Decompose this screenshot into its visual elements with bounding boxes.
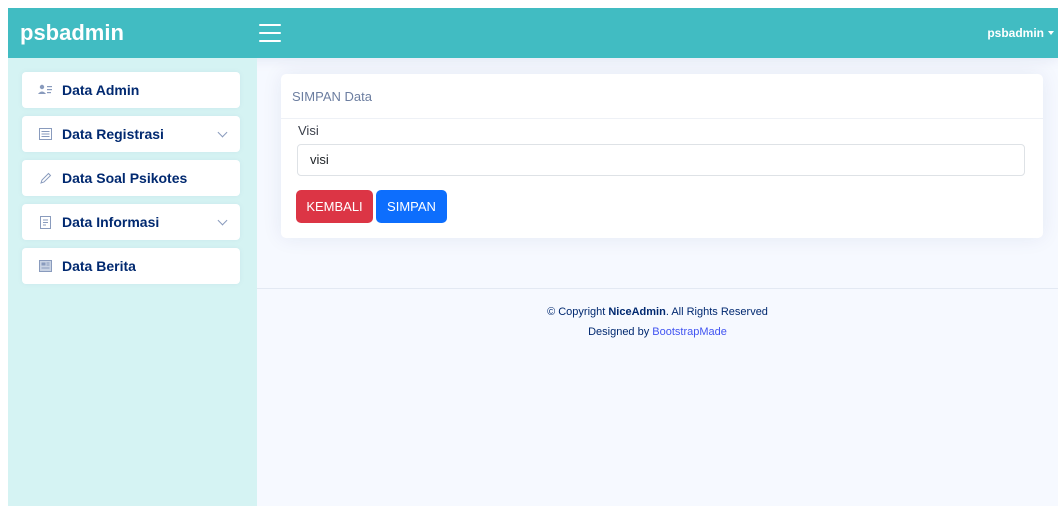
footer-divider [257, 288, 1058, 289]
user-menu[interactable]: psbadmin [987, 26, 1054, 40]
credits-text: Designed by BootstrapMade [257, 326, 1058, 338]
people-icon [38, 83, 52, 97]
sidebar-item-label: Data Informasi [62, 214, 160, 230]
brand-logo[interactable]: psbadmin [8, 20, 256, 46]
copyright-suffix: . All Rights Reserved [665, 306, 768, 318]
caret-down-icon [1048, 31, 1054, 35]
chevron-down-icon [217, 127, 228, 137]
save-button[interactable]: SIMPAN [376, 190, 447, 223]
sidebar: Data Admin Data Registrasi Data Soal Psi… [8, 58, 257, 506]
sidebar-item-data-registrasi[interactable]: Data Registrasi [22, 116, 240, 152]
back-button[interactable]: KEMBALI [296, 190, 373, 223]
list-icon [38, 127, 52, 141]
card-title: SIMPAN Data [281, 74, 1043, 119]
sidebar-item-label: Data Soal Psikotes [62, 170, 188, 186]
sidebar-item-label: Data Berita [62, 258, 136, 274]
sidebar-item-data-informasi[interactable]: Data Informasi [22, 204, 240, 240]
copyright-text: © Copyright NiceAdmin. All Rights Reserv… [257, 306, 1058, 318]
visi-label: Visi [298, 123, 319, 138]
bootstrapmade-link[interactable]: BootstrapMade [652, 326, 727, 338]
sidebar-item-label: Data Registrasi [62, 126, 164, 142]
copyright-prefix: © Copyright [547, 306, 609, 318]
visi-input[interactable]: visi [297, 144, 1025, 176]
document-icon [38, 215, 52, 229]
app-window: psbadmin psbadmin Data Admin Data Regist… [8, 8, 1058, 506]
sidebar-item-data-soal-psikotes[interactable]: Data Soal Psikotes [22, 160, 240, 196]
footer: © Copyright NiceAdmin. All Rights Reserv… [257, 306, 1058, 338]
user-name: psbadmin [987, 26, 1044, 40]
credits-prefix: Designed by [588, 326, 653, 338]
hamburger-menu-icon[interactable] [259, 24, 281, 42]
sidebar-item-label: Data Admin [62, 82, 140, 98]
newspaper-icon [38, 259, 52, 273]
sidebar-item-data-berita[interactable]: Data Berita [22, 248, 240, 284]
copyright-brand: NiceAdmin [608, 306, 666, 318]
pencil-icon [38, 171, 52, 185]
chevron-down-icon [217, 215, 228, 225]
form-card: SIMPAN Data Visi visi KEMBALI SIMPAN [281, 74, 1043, 238]
top-header: psbadmin psbadmin [8, 8, 1058, 58]
sidebar-item-data-admin[interactable]: Data Admin [22, 72, 240, 108]
